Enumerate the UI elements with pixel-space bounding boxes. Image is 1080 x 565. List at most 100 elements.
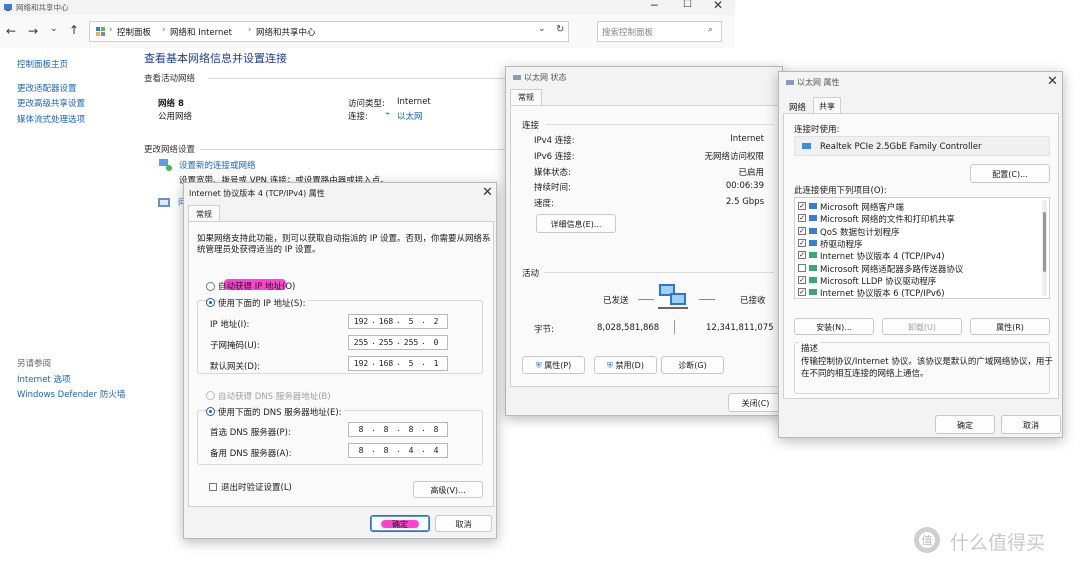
protocol-list[interactable]: ✓ Microsoft 网络客户端 ✓ Microsoft 网络的文件和打印机共享 ✓ Q… [794, 197, 1050, 299]
list-item[interactable]: ✓ QoS 数据包计划程序 [798, 225, 1038, 238]
maximize-icon[interactable]: ☐ [683, 0, 692, 10]
validate-label[interactable]: 退出时验证设置(L) [221, 481, 292, 493]
props-ok-button[interactable]: 确定 [935, 415, 995, 434]
list-item[interactable]: ✓ 桥驱动程序 [798, 237, 1038, 250]
ip-address-input[interactable]: 192. 168. 5. 2 [348, 314, 448, 329]
tab-sharing[interactable]: 共享 [813, 97, 841, 113]
manual-dns-radio[interactable] [206, 407, 215, 416]
advanced-button[interactable]: 高级(V)... [413, 481, 483, 498]
uninstall-button[interactable]: 卸载(U) [882, 318, 962, 335]
search-icon[interactable]: ⌕ [708, 25, 713, 35]
troubleshoot-icon [158, 198, 170, 207]
diagnose-button[interactable]: 诊断(G) [661, 356, 724, 374]
validate-checkbox[interactable] [209, 483, 217, 491]
configure-button[interactable]: 配置(C)... [970, 164, 1050, 183]
address-dropdown-icon[interactable]: ⌄ [538, 24, 546, 34]
search-input[interactable]: 搜索控制面板 [602, 26, 653, 38]
sidebar-item-defender-firewall[interactable]: Windows Defender 防火墙 [17, 388, 125, 400]
svg-text:值: 值 [922, 534, 933, 547]
list-item[interactable]: ✓ Internet 协议版本 4 (TCP/IPv4) [798, 249, 1038, 263]
close-icon[interactable]: ✕ [713, 0, 723, 12]
address-bar[interactable]: › 控制面板 › 网络和 Internet › 网络和共享中心 ⌄ ↻ [89, 21, 569, 42]
props-cancel-button[interactable]: 取消 [1001, 415, 1061, 434]
props-properties-button[interactable]: 属性(R) [970, 318, 1050, 335]
network-client-icon [809, 203, 817, 209]
auto-dns-label[interactable]: 自动获得 DNS 服务器地址(B) [218, 390, 331, 402]
access-type-value: Internet [397, 97, 431, 107]
ip-octet: 1 [433, 359, 439, 368]
disable-button[interactable]: ⛨ 禁用(D) [594, 356, 657, 374]
item-checkbox[interactable]: ✓ [798, 214, 806, 223]
manual-ip-radio[interactable] [206, 298, 215, 307]
install-button[interactable]: 安装(N)... [794, 318, 874, 335]
auto-ip-radio[interactable] [206, 282, 215, 291]
tab-general[interactable]: 常规 [510, 89, 542, 105]
item-checkbox[interactable]: ✓ [798, 288, 806, 297]
up-arrow-icon[interactable]: ↑ [69, 23, 79, 37]
sidebar-item-adapter-settings[interactable]: 更改适配器设置 [17, 82, 77, 94]
item-checkbox[interactable]: ✓ [798, 238, 806, 247]
network-client-icon [809, 227, 817, 234]
refresh-icon[interactable]: ↻ [556, 24, 564, 35]
media-state-label: 媒体状态: [534, 168, 571, 178]
item-checkbox[interactable]: ✓ [798, 251, 806, 260]
connect-using-label: 连接时使用: [794, 125, 840, 135]
status-close-button[interactable]: 关闭(C) [728, 393, 782, 412]
tab-general[interactable]: 常规 [188, 205, 220, 221]
auto-ip-label[interactable]: 自动获得 IP 地址(O) [218, 280, 295, 292]
list-scrollbar-thumb[interactable] [1043, 212, 1046, 272]
list-item[interactable]: Microsoft 网络适配器多路传送器协议 [798, 262, 1038, 275]
ip-octet: 8 [433, 425, 439, 434]
sidebar-item-internet-options[interactable]: Internet 选项 [17, 373, 70, 385]
connection-divider [546, 124, 774, 125]
item-checkbox[interactable]: ✓ [798, 202, 806, 210]
close-icon[interactable]: ✕ [482, 185, 493, 201]
ipv4-ok-button[interactable]: 确定 [370, 515, 430, 532]
manual-ip-label[interactable]: 使用下面的 IP 地址(S): [218, 297, 308, 309]
duration-label: 持续时间: [534, 183, 571, 193]
list-item[interactable]: ✓ Microsoft 网络客户端 [798, 200, 1038, 213]
network-client-icon [809, 239, 817, 246]
search-box[interactable]: 搜索控制面板 ⌕ [597, 21, 722, 42]
sidebar-item-media-streaming[interactable]: 媒体流式处理选项 [17, 113, 85, 125]
ethernet-connection-link[interactable]: 以太网 [397, 110, 423, 122]
list-item[interactable]: ✓ Microsoft LLDP 协议驱动程序 [798, 274, 1038, 287]
breadcrumb-item[interactable]: 网络和共享中心 [256, 26, 316, 38]
ip-octet: 168 [378, 359, 394, 368]
tab-network[interactable]: 网络 [789, 101, 806, 113]
sidebar-item-advanced-sharing[interactable]: 更改高级共享设置 [17, 97, 85, 109]
ethernet-icon [786, 80, 794, 85]
close-icon[interactable]: ✕ [1047, 74, 1058, 90]
breadcrumb-item[interactable]: 网络和 Internet [170, 26, 232, 38]
alternate-dns-input[interactable]: 8. 8. 4. 4 [348, 443, 448, 458]
connection-header: 连接 [522, 121, 540, 131]
access-type-label: 访问类型: [348, 99, 385, 109]
preferred-dns-input[interactable]: 8. 8. 8. 8 [348, 422, 448, 437]
ip-octet: 255 [353, 338, 369, 347]
minimize-icon[interactable]: ─ [651, 0, 658, 12]
item-checkbox[interactable]: ✓ [798, 275, 806, 284]
manual-dns-label[interactable]: 使用下面的 DNS 服务器地址(E): [218, 406, 344, 418]
back-arrow-icon[interactable]: ← [6, 24, 16, 38]
gateway-input[interactable]: 192. 168. 5. 1 [348, 356, 448, 371]
item-label: Internet 协议版本 4 (TCP/IPv4) [820, 252, 945, 263]
details-button[interactable]: 详细信息(E)... [536, 214, 616, 233]
item-checkbox[interactable]: ✓ [798, 226, 806, 235]
breadcrumb-item[interactable]: 控制面板 [117, 26, 151, 38]
list-item[interactable]: ✓ Microsoft 网络的文件和打印机共享 [798, 212, 1038, 225]
ip-octet: 4 [433, 446, 439, 455]
change-settings-divider [200, 149, 508, 150]
item-checkbox[interactable] [798, 263, 806, 272]
auto-dns-radio[interactable] [206, 391, 215, 400]
status-properties-button[interactable]: ⛨ 属性(P) [522, 356, 585, 374]
setup-connection-link[interactable]: 设置新的连接或网络 [179, 159, 256, 171]
history-chevron-icon[interactable]: ⌄ [50, 24, 58, 34]
forward-arrow-icon[interactable]: → [28, 24, 38, 38]
list-scrollbar[interactable] [1042, 200, 1047, 296]
received-line [699, 299, 715, 300]
gateway-label: 默认网关(D): [210, 362, 261, 372]
subnet-mask-input[interactable]: 255. 255. 255. 0 [348, 335, 448, 350]
ipv4-cancel-button[interactable]: 取消 [435, 515, 492, 532]
sidebar-item-control-panel-home[interactable]: 控制面板主页 [17, 58, 68, 70]
list-item[interactable]: ✓ Internet 协议版本 6 (TCP/IPv6) [798, 286, 1038, 298]
